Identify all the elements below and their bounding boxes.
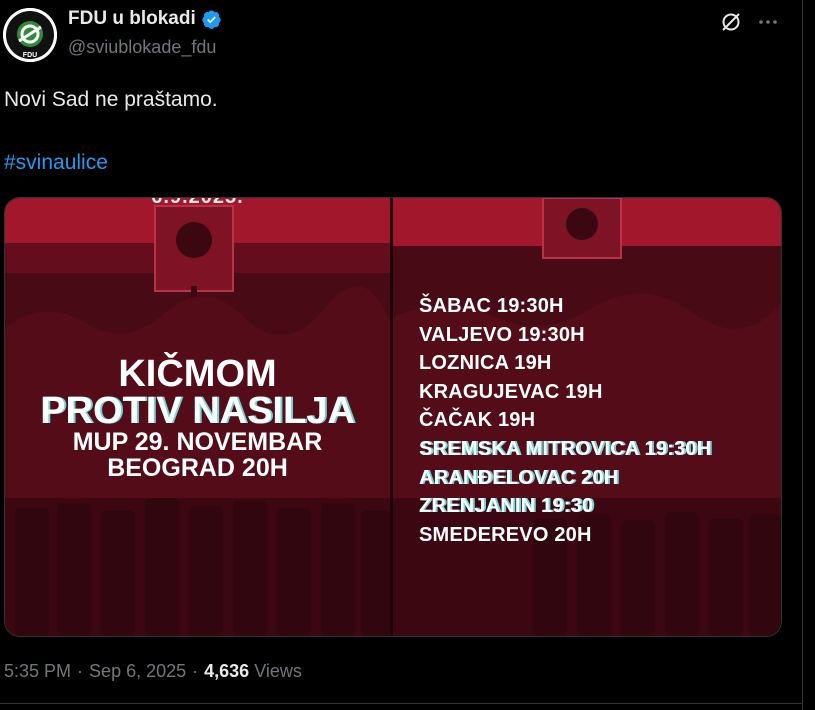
- author-name[interactable]: FDU u blokadi: [68, 8, 196, 30]
- author-name-row: FDU u blokadi: [68, 8, 222, 30]
- media-panel-left[interactable]: 6.9.2025. KIČMOM PROTIV NASILJA MUP 29. …: [5, 198, 390, 636]
- media-panel-right[interactable]: ŠABAC 19:30H VALJEVO 19:30H LOZNICA 19H …: [393, 198, 781, 636]
- city-item: SREMSKA MITROVICA 19:30H: [419, 437, 712, 460]
- city-item: KRAGUJEVAC 19H: [419, 380, 603, 403]
- city-item: ŠABAC 19:30H: [419, 295, 564, 317]
- city-item: VALJEVO 19:30H: [419, 323, 585, 346]
- poster-headline-line1: KIČMOM: [118, 353, 277, 395]
- tweet-media[interactable]: 6.9.2025. KIČMOM PROTIV NASILJA MUP 29. …: [4, 197, 782, 637]
- meta-separator: ·: [77, 661, 84, 681]
- avatar[interactable]: FDU: [3, 8, 57, 62]
- hashtag-link[interactable]: #svinaulice: [4, 151, 108, 175]
- city-list: ŠABAC 19:30H VALJEVO 19:30H LOZNICA 19H …: [419, 292, 711, 549]
- city-item: ARANĐELOVAC 20H: [419, 466, 619, 489]
- poster-subline-2: BEOGRAD 20H: [107, 454, 288, 482]
- verified-badge-icon: [202, 9, 221, 29]
- timeline-border: [802, 0, 803, 710]
- poster-date: 6.9.2025.: [5, 198, 390, 209]
- tweet-text: Novi Sad ne praštamo.: [4, 88, 218, 111]
- avatar-text-bottom: FDU: [23, 52, 37, 59]
- city-item: SMEDEREVO 20H: [419, 523, 592, 546]
- author-handle[interactable]: @sviublokade_fdu: [68, 37, 216, 58]
- poster-subline-1: MUP 29. NOVEMBAR: [72, 428, 323, 456]
- tweet-divider: [0, 703, 802, 704]
- tweet-time[interactable]: 5:35 PM: [4, 661, 71, 682]
- tweet-meta: 5:35 PM · Sep 6, 2025 · 4,636 Views: [4, 661, 302, 682]
- tweet-date[interactable]: Sep 6, 2025: [89, 661, 186, 682]
- city-item: LOZNICA 19H: [419, 352, 552, 375]
- avatar-logo: FDU: [3, 8, 57, 62]
- views-label: Views: [254, 661, 302, 681]
- views-count: 4,636: [204, 661, 250, 681]
- city-item: ZRENJANIN 19:30: [419, 495, 594, 518]
- grok-icon[interactable]: [719, 10, 743, 34]
- more-icon[interactable]: [756, 10, 780, 34]
- meta-separator: ·: [192, 661, 199, 681]
- city-item: ČAČAK 19H: [419, 409, 536, 432]
- poster-headline-line2: PROTIV NASILJA: [40, 390, 355, 432]
